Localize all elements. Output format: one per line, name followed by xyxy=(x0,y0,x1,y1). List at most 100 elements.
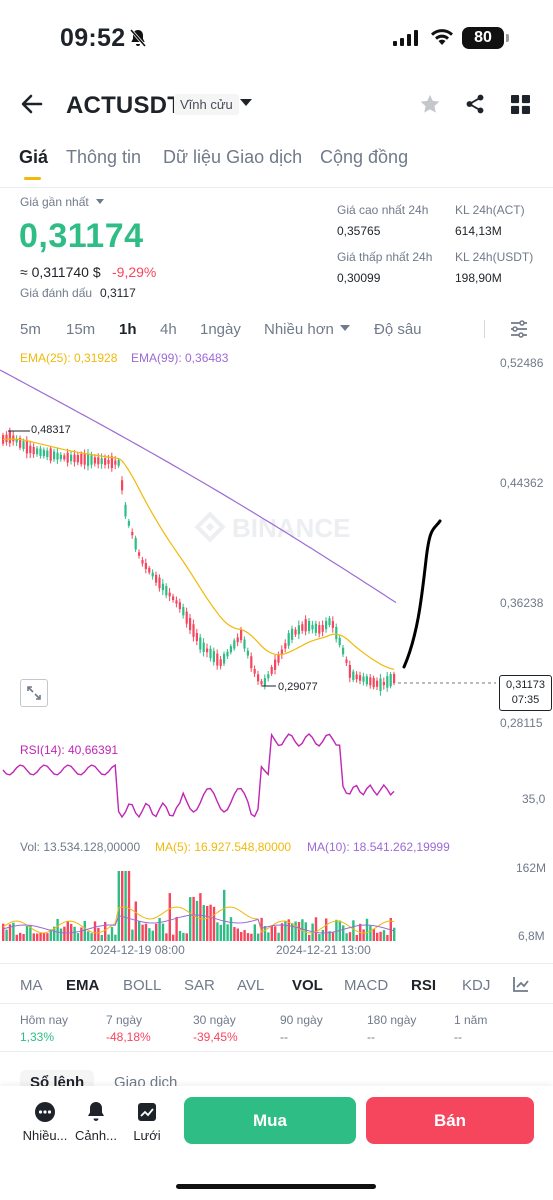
active-tab-indicator xyxy=(24,177,41,180)
indicator-boll[interactable]: BOLL xyxy=(123,977,161,994)
timeframe-more[interactable]: Nhiều hơn xyxy=(264,321,334,338)
candle xyxy=(318,625,321,634)
candle xyxy=(121,480,124,491)
candle xyxy=(382,682,385,686)
pair-title[interactable]: ACTUSDT xyxy=(66,92,182,120)
candle xyxy=(131,531,134,536)
more-caret-icon[interactable] xyxy=(340,325,350,331)
fullscreen-expand-button[interactable] xyxy=(20,679,48,707)
candle xyxy=(161,583,164,591)
candle xyxy=(376,680,379,687)
high-24h-value: 0,35765 xyxy=(337,224,381,238)
timeframe-5m[interactable]: 5m xyxy=(20,321,41,338)
vol-usdt-value: 198,90M xyxy=(455,271,502,285)
chart-settings-icon[interactable] xyxy=(510,320,528,343)
layout-grid-icon[interactable] xyxy=(511,95,530,119)
back-arrow-icon[interactable] xyxy=(20,92,44,121)
candle xyxy=(226,651,229,657)
candle xyxy=(76,454,79,463)
volume-bar xyxy=(32,933,35,941)
volume-bar xyxy=(80,927,83,941)
indicator-vol[interactable]: VOL xyxy=(292,977,323,994)
candle xyxy=(348,665,351,678)
candle xyxy=(199,637,202,650)
vol-act-label: KL 24h(ACT) xyxy=(455,203,525,217)
volume-legend: Vol: 13.534.128,00000 xyxy=(20,840,141,854)
high-24h-label: Giá cao nhất 24h xyxy=(337,203,429,217)
candle xyxy=(107,459,110,464)
candle xyxy=(386,676,389,688)
candle xyxy=(369,677,372,686)
candle xyxy=(49,448,52,461)
volume-bar xyxy=(148,928,151,941)
grid-bot-label: Lưới xyxy=(133,1128,161,1143)
volume-bar xyxy=(76,933,80,941)
more-button[interactable]: Nhiều... xyxy=(19,1100,71,1143)
sell-button[interactable]: Bán xyxy=(366,1097,534,1144)
candle xyxy=(97,457,100,465)
volume-bar xyxy=(189,897,192,941)
indicator-ema[interactable]: EMA xyxy=(66,977,99,994)
candle xyxy=(46,450,49,458)
candle xyxy=(379,678,382,692)
volume-bar xyxy=(365,918,369,941)
buy-button[interactable]: Mua xyxy=(184,1097,356,1144)
volume-bar xyxy=(355,934,358,941)
volume-bar xyxy=(243,930,246,941)
indicator-settings-icon[interactable] xyxy=(512,975,530,998)
volume-bar xyxy=(178,930,182,941)
favorite-star-icon[interactable] xyxy=(419,93,441,120)
indicator-sar[interactable]: SAR xyxy=(184,977,215,994)
candle xyxy=(42,449,45,457)
indicator-macd[interactable]: MACD xyxy=(344,977,388,994)
binance-watermark: BINANCE xyxy=(194,511,350,543)
candlestick-chart[interactable]: BINANCE xyxy=(0,345,553,945)
indicator-rsi[interactable]: RSI xyxy=(411,977,436,994)
timeframe-15m[interactable]: 15m xyxy=(66,321,95,338)
candle xyxy=(155,574,158,583)
tab-community[interactable]: Cộng đồng xyxy=(320,147,408,168)
volume-bar xyxy=(314,917,318,941)
volume-bar xyxy=(192,896,195,941)
timeframe-1h[interactable]: 1h xyxy=(119,321,137,338)
candle xyxy=(352,671,355,680)
performance-period-label: 180 ngày xyxy=(367,1013,417,1027)
alert-button[interactable]: Cảnh... xyxy=(70,1100,122,1143)
volume-bar xyxy=(280,923,284,941)
current-price-tag-value: 0,31173 xyxy=(506,679,545,691)
indicator-avl[interactable]: AVL xyxy=(237,977,264,994)
candle xyxy=(291,628,294,640)
indicator-kdj[interactable]: KDJ xyxy=(462,977,490,994)
timeframe-4h[interactable]: 4h xyxy=(160,321,177,338)
volume-bar xyxy=(127,871,131,941)
candle xyxy=(297,625,300,635)
depth-tab[interactable]: Độ sâu xyxy=(374,321,422,338)
candle xyxy=(331,621,334,628)
divider xyxy=(0,1003,553,1004)
volume-bar xyxy=(331,932,335,941)
contract-type-badge[interactable]: Vĩnh cửu xyxy=(174,94,239,115)
candle xyxy=(338,637,341,646)
performance-period-value: 1,33% xyxy=(20,1030,55,1044)
volume-bar xyxy=(335,919,338,941)
tab-info[interactable]: Thông tin xyxy=(66,147,141,168)
share-icon[interactable] xyxy=(464,93,486,120)
performance-period-value: -39,45% xyxy=(193,1030,238,1044)
last-price-label[interactable]: Giá gần nhất xyxy=(20,195,89,209)
grid-bot-button[interactable]: Lưới xyxy=(121,1100,173,1143)
pair-dropdown-icon[interactable] xyxy=(240,99,252,106)
volume-bar xyxy=(321,929,324,941)
volume-bar xyxy=(362,929,365,941)
ema25-legend: EMA(25): 0,31928 xyxy=(20,351,118,365)
timeframe-1day[interactable]: 1ngày xyxy=(200,321,241,338)
tab-price[interactable]: Giá xyxy=(19,147,48,168)
candle xyxy=(359,675,362,681)
performance-period-value: -48,18% xyxy=(106,1030,151,1044)
last-price-caret-icon[interactable] xyxy=(96,199,104,204)
indicator-ma[interactable]: MA xyxy=(20,977,43,994)
tab-trading-data[interactable]: Dữ liệu Giao dịch xyxy=(163,147,302,168)
volume-bar xyxy=(19,932,22,941)
divider xyxy=(484,320,485,338)
volume-bar xyxy=(151,930,154,941)
candle xyxy=(73,454,76,463)
